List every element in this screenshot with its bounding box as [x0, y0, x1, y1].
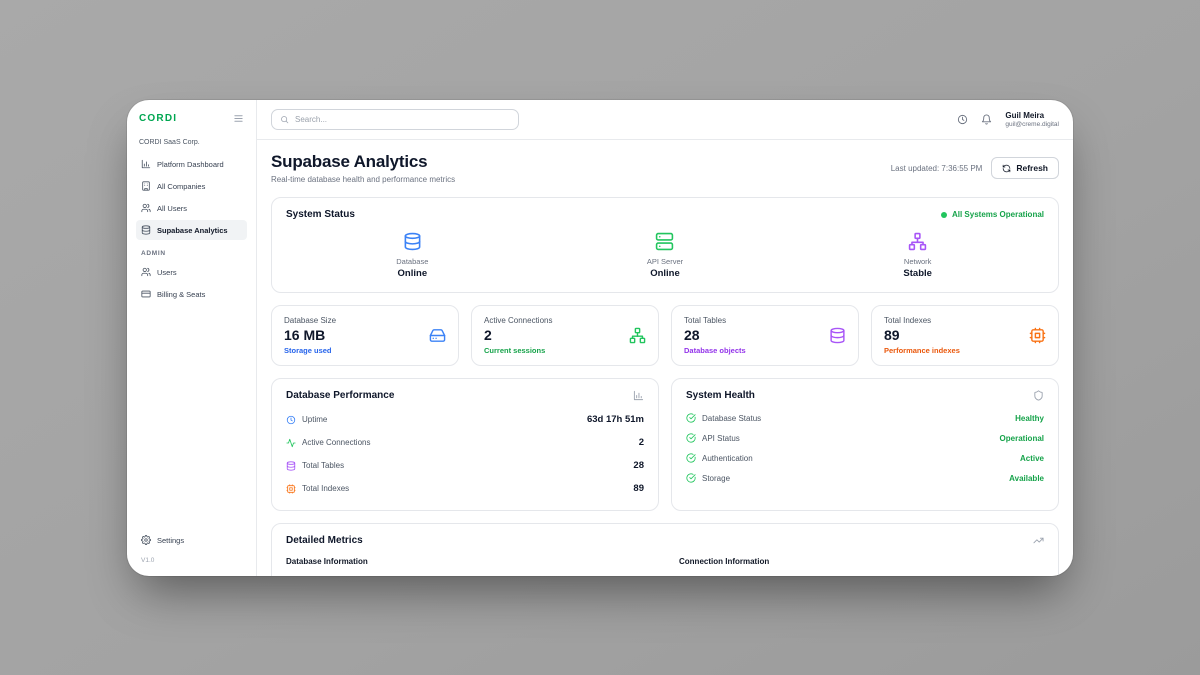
page-title: Supabase Analytics	[271, 152, 455, 172]
sidebar-item-label: Platform Dashboard	[157, 160, 224, 169]
bar-chart-icon	[141, 159, 151, 169]
database-icon	[141, 225, 151, 235]
status-item-network: Network Stable	[791, 232, 1044, 279]
detailed-metrics-card: Detailed Metrics Database Information Da…	[271, 523, 1059, 576]
system-health-title: System Health	[686, 390, 755, 401]
refresh-icon	[1002, 164, 1011, 173]
trending-up-icon	[1033, 535, 1044, 546]
check-circle-icon	[686, 433, 696, 443]
database-icon	[829, 327, 846, 344]
network-icon	[629, 327, 646, 344]
main-area: Guil Meira guil@creme.digital Supabase A…	[257, 100, 1073, 576]
user-email: guil@creme.digital	[1005, 121, 1059, 128]
search-input[interactable]	[295, 115, 510, 124]
refresh-button[interactable]: Refresh	[991, 157, 1059, 179]
sidebar-item-all-users[interactable]: All Users	[136, 198, 247, 218]
bar-chart-icon	[633, 390, 644, 401]
metric-card-database-size: Database Size 16 MB Storage used	[271, 305, 459, 366]
detailed-metrics-title: Detailed Metrics	[286, 535, 363, 546]
database-performance-panel: Database Performance Uptime 63d 17h 51m	[271, 378, 659, 511]
health-row-api-status: API Status Operational	[686, 428, 1044, 448]
connection-information-section: Connection Information Active Connection…	[679, 557, 1044, 576]
database-performance-title: Database Performance	[286, 390, 394, 401]
sidebar-item-label: Supabase Analytics	[157, 226, 228, 235]
users-icon	[141, 267, 151, 277]
desktop-background: CORDI CORDI SaaS Corp. Platform Dashboar…	[0, 0, 1200, 675]
users-icon	[141, 203, 151, 213]
cpu-icon	[1029, 327, 1046, 344]
perf-row-total-tables: Total Tables 28	[286, 454, 644, 477]
last-updated-text: Last updated: 7:36:55 PM	[891, 164, 983, 173]
search-box[interactable]	[271, 109, 519, 130]
app-version: V1.0	[141, 557, 242, 564]
bell-icon[interactable]	[981, 114, 992, 125]
user-menu[interactable]: Guil Meira guil@creme.digital	[1005, 111, 1059, 128]
page-header: Supabase Analytics Real-time database he…	[271, 152, 1059, 184]
health-row-storage: Storage Available	[686, 468, 1044, 488]
sidebar-item-all-companies[interactable]: All Companies	[136, 176, 247, 196]
topbar: Guil Meira guil@creme.digital	[257, 100, 1073, 140]
perf-row-active-connections: Active Connections 2	[286, 431, 644, 454]
sidebar-item-settings[interactable]: Settings	[136, 530, 247, 550]
panels-row: Database Performance Uptime 63d 17h 51m	[271, 378, 1059, 511]
building-icon	[141, 181, 151, 191]
detail-row: Active Connections: 2	[679, 575, 1044, 576]
database-information-section: Database Information Database Size: 16 M…	[286, 557, 651, 576]
system-status-card: System Status All Systems Operational Da…	[271, 197, 1059, 293]
perf-row-uptime: Uptime 63d 17h 51m	[286, 408, 644, 431]
check-circle-icon	[686, 413, 696, 423]
org-name: CORDI SaaS Corp.	[139, 139, 244, 146]
system-health-panel: System Health Database Status Healthy	[671, 378, 1059, 511]
activity-icon	[286, 438, 296, 448]
sidebar-item-label: All Users	[157, 204, 187, 213]
status-item-api-server: API Server Online	[539, 232, 792, 279]
cordi-logo: CORDI	[139, 113, 177, 124]
gear-icon	[141, 535, 151, 545]
database-icon	[286, 461, 296, 471]
history-icon[interactable]	[957, 114, 968, 125]
sidebar-item-label: All Companies	[157, 182, 205, 191]
sidebar-item-billing-seats[interactable]: Billing & Seats	[136, 284, 247, 304]
metric-cards-row: Database Size 16 MB Storage used Active …	[271, 305, 1059, 366]
sidebar-item-users[interactable]: Users	[136, 262, 247, 282]
hard-drive-icon	[429, 327, 446, 344]
database-icon	[403, 232, 422, 251]
sidebar-item-label: Users	[157, 268, 177, 277]
status-item-database: Database Online	[286, 232, 539, 279]
menu-icon[interactable]	[233, 113, 244, 124]
clock-icon	[286, 415, 296, 425]
admin-section-label: ADMIN	[141, 250, 242, 257]
sidebar-item-platform-dashboard[interactable]: Platform Dashboard	[136, 154, 247, 174]
sidebar-item-label: Settings	[157, 536, 184, 545]
detail-row: Database Size: 16 MB	[286, 575, 651, 576]
perf-row-total-indexes: Total Indexes 89	[286, 477, 644, 500]
status-dot-icon	[941, 212, 947, 218]
sidebar-nav: Platform Dashboard All Companies All Use…	[136, 154, 247, 304]
system-status-title: System Status	[286, 209, 355, 220]
search-icon	[280, 115, 289, 124]
check-circle-icon	[686, 453, 696, 463]
overall-status-badge: All Systems Operational	[941, 210, 1044, 219]
sidebar-item-supabase-analytics[interactable]: Supabase Analytics	[136, 220, 247, 240]
sidebar: CORDI CORDI SaaS Corp. Platform Dashboar…	[127, 100, 257, 576]
health-row-authentication: Authentication Active	[686, 448, 1044, 468]
metric-card-active-connections: Active Connections 2 Current sessions	[471, 305, 659, 366]
metric-card-total-tables: Total Tables 28 Database objects	[671, 305, 859, 366]
user-name: Guil Meira	[1005, 111, 1059, 120]
app-window: CORDI CORDI SaaS Corp. Platform Dashboar…	[127, 100, 1073, 576]
page-content: Supabase Analytics Real-time database he…	[257, 140, 1073, 576]
sidebar-item-label: Billing & Seats	[157, 290, 205, 299]
page-subtitle: Real-time database health and performanc…	[271, 175, 455, 184]
credit-card-icon	[141, 289, 151, 299]
check-circle-icon	[686, 473, 696, 483]
cpu-icon	[286, 484, 296, 494]
health-row-database-status: Database Status Healthy	[686, 408, 1044, 428]
shield-icon	[1033, 390, 1044, 401]
network-icon	[908, 232, 927, 251]
server-icon	[655, 232, 674, 251]
metric-card-total-indexes: Total Indexes 89 Performance indexes	[871, 305, 1059, 366]
